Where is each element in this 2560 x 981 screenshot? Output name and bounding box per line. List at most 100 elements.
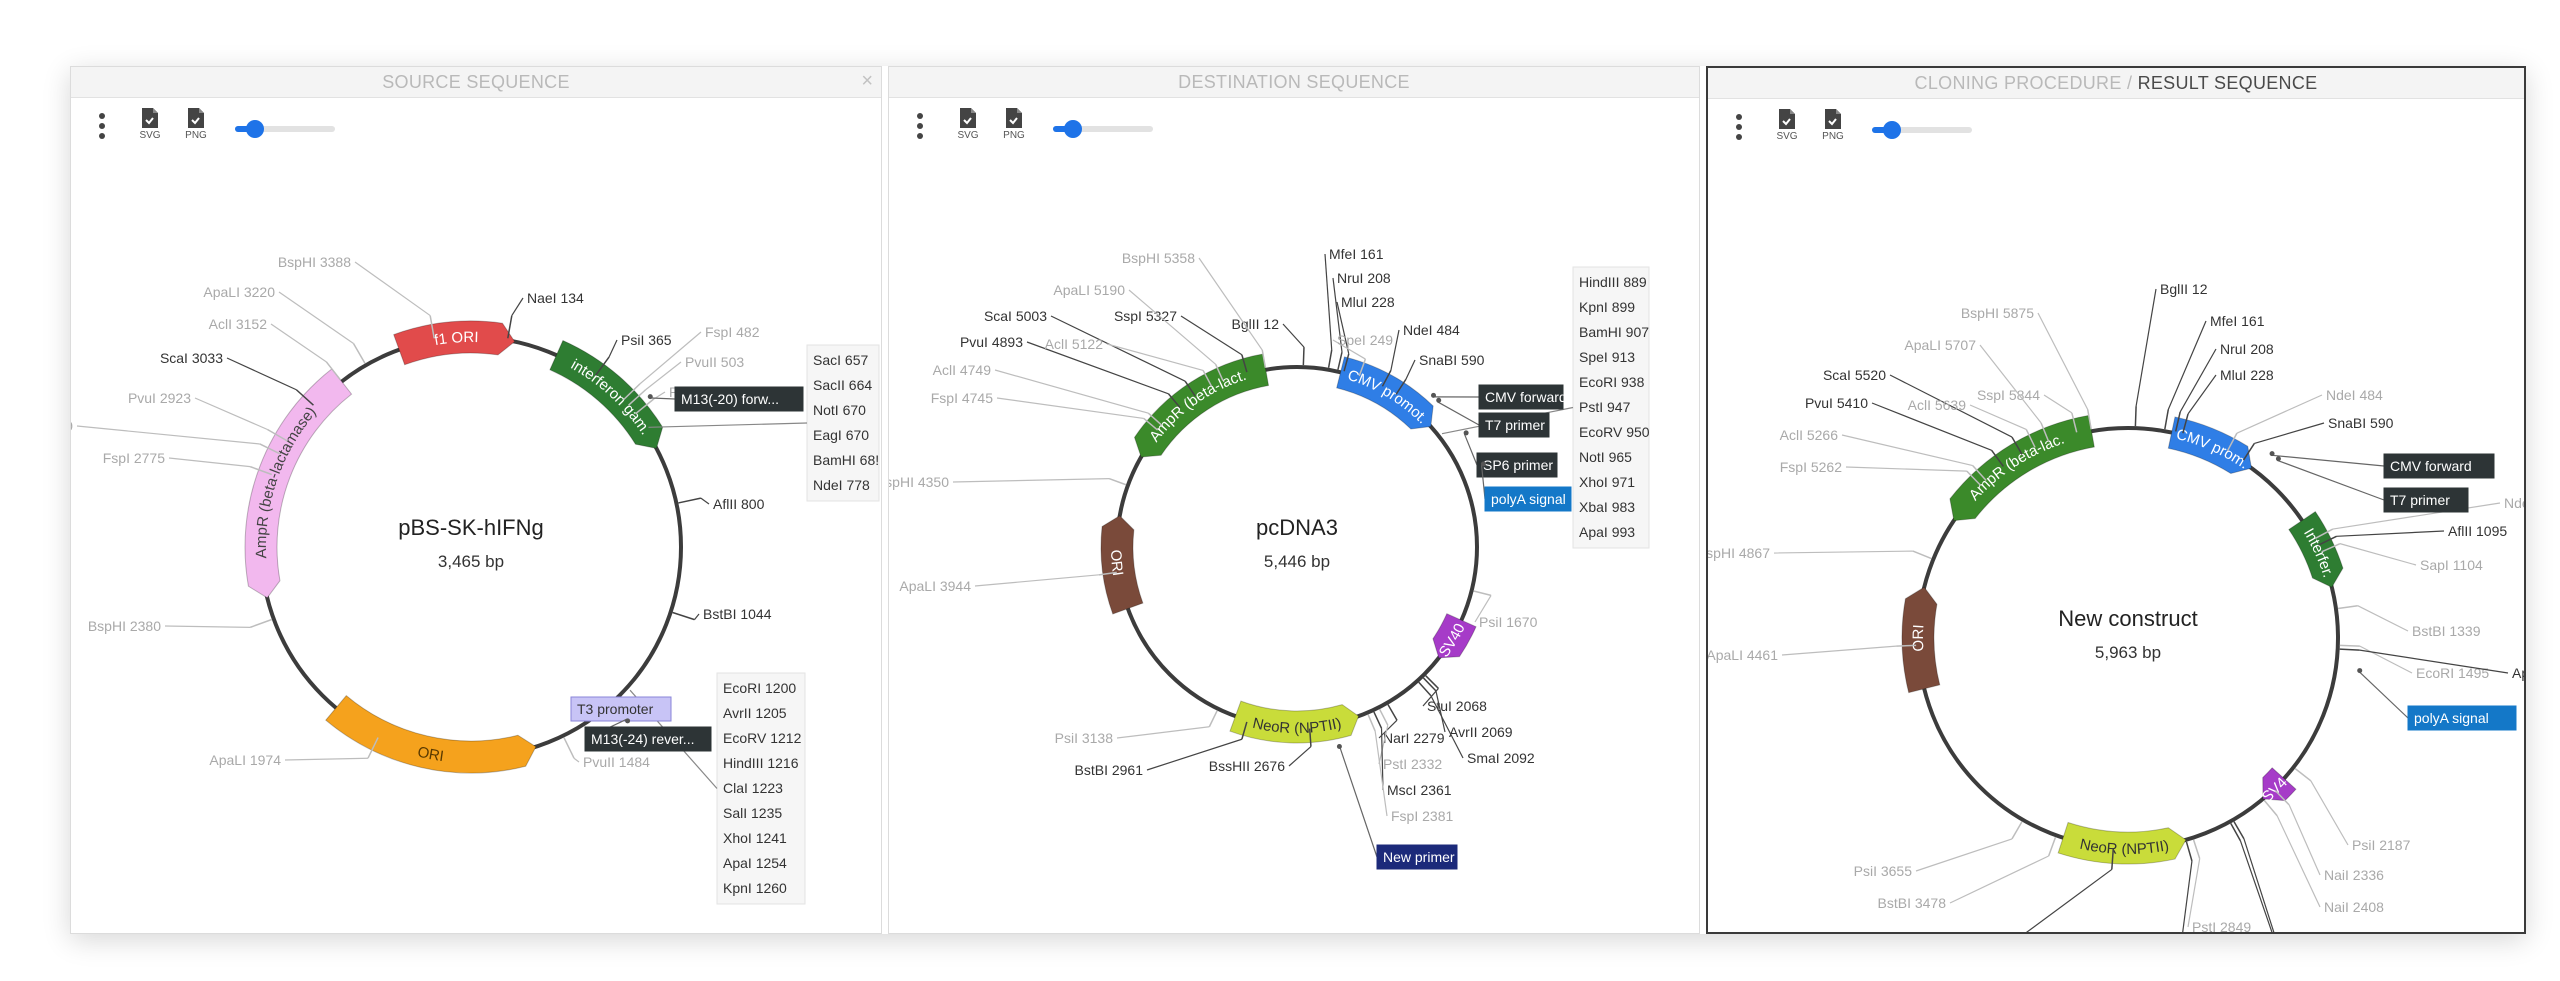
restriction-site[interactable]: 79 — [71, 418, 281, 455]
site-leader — [952, 477, 1110, 483]
site-label[interactable]: KpnI 899 — [1579, 299, 1635, 315]
site-label[interactable]: SpeI 913 — [1579, 349, 1635, 365]
site-label[interactable]: BamHI 907 — [1579, 324, 1649, 340]
primer-t3-promoter[interactable]: T3 promoter — [570, 696, 672, 722]
restriction-site[interactable]: MscI 2361 — [1373, 711, 1452, 798]
site-label[interactable]: EcoRV 950 — [1579, 424, 1650, 440]
restriction-site[interactable]: AclI 5639 — [1908, 397, 2036, 448]
site-label: ApaLI 4461 — [1708, 647, 1778, 663]
restriction-site[interactable]: SapI 1104 — [2321, 542, 2483, 573]
site-leader — [573, 757, 580, 763]
site-label[interactable]: KpnI 1260 — [723, 880, 787, 896]
site-label[interactable]: BamHI 68! — [813, 452, 879, 468]
restriction-site[interactable]: BspHI 4867 — [1708, 545, 1932, 561]
restriction-site[interactable]: FspI 2775 — [103, 450, 273, 476]
restriction-site[interactable]: ApaLI 5190 — [1053, 282, 1224, 382]
site-label[interactable]: HindIII 889 — [1579, 274, 1647, 290]
site-label[interactable]: SalI 1235 — [723, 805, 782, 821]
restriction-site[interactable]: PsiI 1670 — [1473, 590, 1538, 630]
site-label[interactable]: NotI 670 — [813, 402, 866, 418]
site-leader — [1845, 466, 1967, 472]
feature-interferon-gam-[interactable]: interferon gam. — [549, 339, 664, 449]
site-group-list[interactable]: SacI 657 SacII 664 NotI 670 EagI 670 BamHI 6… — [648, 344, 880, 502]
feature-cmv-prom-[interactable]: CMV prom. — [2167, 416, 2253, 475]
close-icon[interactable]: × — [861, 70, 873, 93]
site-label[interactable]: EagI 670 — [813, 427, 869, 443]
site-label[interactable]: PstI 947 — [1579, 399, 1631, 415]
restriction-site[interactable]: BglII 12 — [2134, 281, 2208, 427]
site-label[interactable]: ApaI 993 — [1579, 524, 1635, 540]
feature-ori[interactable]: ORI — [1100, 515, 1144, 615]
restriction-site[interactable]: PsiI 3138 — [1055, 710, 1218, 746]
site-leader — [1198, 257, 1263, 351]
site-label[interactable]: XhoI 1241 — [723, 830, 787, 846]
site-label: ApaI 1510 — [2512, 665, 2526, 681]
restriction-site[interactable]: FspI 4745 — [931, 390, 1159, 431]
restriction-site[interactable]: FspI 5262 — [1780, 459, 1982, 487]
restriction-site[interactable]: BssHII 3193 — [1924, 849, 2114, 934]
site-leader — [1841, 434, 1973, 467]
restriction-site[interactable]: BstBI 1339 — [2337, 604, 2481, 639]
primer-cmv-forward[interactable]: CMV forward — [2269, 451, 2495, 479]
restriction-site[interactable]: BspHI 3388 — [278, 254, 435, 339]
feature-arrow[interactable] — [1949, 414, 2095, 522]
feature-f1-ori[interactable]: f1 ORI — [393, 320, 516, 366]
site-leader — [1915, 838, 2013, 872]
site-label[interactable]: EcoRV 1212 — [723, 730, 802, 746]
site-label[interactable]: XbaI 983 — [1579, 499, 1635, 515]
site-tick — [1378, 708, 1389, 726]
feature-neor-nptii-[interactable]: NeoR (NPTII) — [2057, 821, 2187, 865]
feature-ori[interactable]: ORI — [1901, 586, 1941, 694]
restriction-site[interactable]: PstI 2849 — [2187, 839, 2251, 934]
site-label[interactable]: NotI 965 — [1579, 449, 1632, 465]
feature-arrow[interactable] — [244, 368, 353, 599]
site-label: ScaI 5520 — [1823, 367, 1886, 383]
cloning-procedure-tab[interactable]: CLONING PROCEDURE — [1915, 73, 2122, 93]
feature-ampr-beta-lactamase-[interactable]: AmpR (beta-lactamase) — [244, 368, 353, 599]
site-label: PvuI 2923 — [128, 390, 191, 406]
site-label[interactable]: AvrII 1205 — [723, 705, 787, 721]
site-label[interactable]: SacII 664 — [813, 377, 872, 393]
site-label[interactable]: EcoRI 1200 — [723, 680, 796, 696]
restriction-site[interactable]: ApaLI 3944 — [899, 571, 1117, 594]
restriction-site[interactable]: PsiI 3655 — [1854, 821, 2023, 879]
primer-m13-24-rever-[interactable]: M13(-24) rever... — [584, 718, 712, 752]
restriction-site[interactable]: AclI 3152 — [209, 316, 342, 381]
site-label[interactable]: ApaI 1254 — [723, 855, 787, 871]
site-leader — [270, 323, 327, 363]
feature-neor-nptii-[interactable]: NeoR (NPTII) — [1229, 700, 1360, 744]
restriction-site[interactable]: BspHI 4350 — [889, 474, 1127, 490]
site-label: BspHI 5358 — [1122, 250, 1195, 266]
restriction-site[interactable]: AflII 800 — [678, 496, 765, 512]
primer-cmv-forward[interactable]: CMV forward — [1431, 384, 1567, 410]
restriction-site[interactable]: NaeI 134 — [507, 290, 584, 339]
restriction-site[interactable]: StuI 2068 — [1422, 675, 1487, 714]
restriction-site[interactable]: NruI 208 — [2174, 341, 2274, 432]
feature-ampr-beta-lac-[interactable]: AmpR (beta-lac. — [1949, 414, 2095, 522]
restriction-site[interactable]: NaiI 2408 — [2263, 799, 2384, 915]
site-label[interactable]: NdeI 778 — [813, 477, 870, 493]
restriction-site[interactable]: BspHI 2380 — [88, 618, 273, 634]
site-label[interactable]: HindIII 1216 — [723, 755, 799, 771]
restriction-site[interactable]: BspHI 5875 — [1961, 305, 2092, 430]
site-label: ApaLI 5707 — [1904, 337, 1976, 353]
restriction-site[interactable]: ApaLI 4461 — [1708, 644, 1917, 663]
site-group-leader — [648, 422, 808, 428]
restriction-site[interactable]: PsiI 2187 — [2294, 767, 2411, 853]
primer-label: T7 primer — [2390, 492, 2450, 508]
restriction-site[interactable]: ApaLI 1974 — [209, 737, 379, 768]
feature-interfer-[interactable]: Interfer. — [2288, 510, 2344, 588]
site-label[interactable]: SacI 657 — [813, 352, 868, 368]
result-sequence-tab[interactable]: RESULT SEQUENCE — [2138, 73, 2318, 93]
site-label[interactable]: ClaI 1223 — [723, 780, 783, 796]
plasmid-map: CMV prom.Interfer.SV4NeoR (NPTII)ORIAmpR… — [1708, 281, 2526, 934]
site-label[interactable]: XhoI 971 — [1579, 474, 1635, 490]
restriction-site[interactable]: SnaBI 590 — [2242, 415, 2394, 461]
restriction-site[interactable]: NruI 208 — [1332, 270, 1391, 370]
site-label[interactable]: EcoRI 938 — [1579, 374, 1645, 390]
feature-ori[interactable]: ORI — [325, 694, 537, 774]
site-label: BssHII 2676 — [1209, 758, 1285, 774]
restriction-site[interactable]: SspI 5327 — [1114, 308, 1248, 373]
feature-sv40[interactable]: SV40 — [1432, 613, 1477, 661]
restriction-site[interactable]: BstBI 1044 — [672, 606, 772, 622]
